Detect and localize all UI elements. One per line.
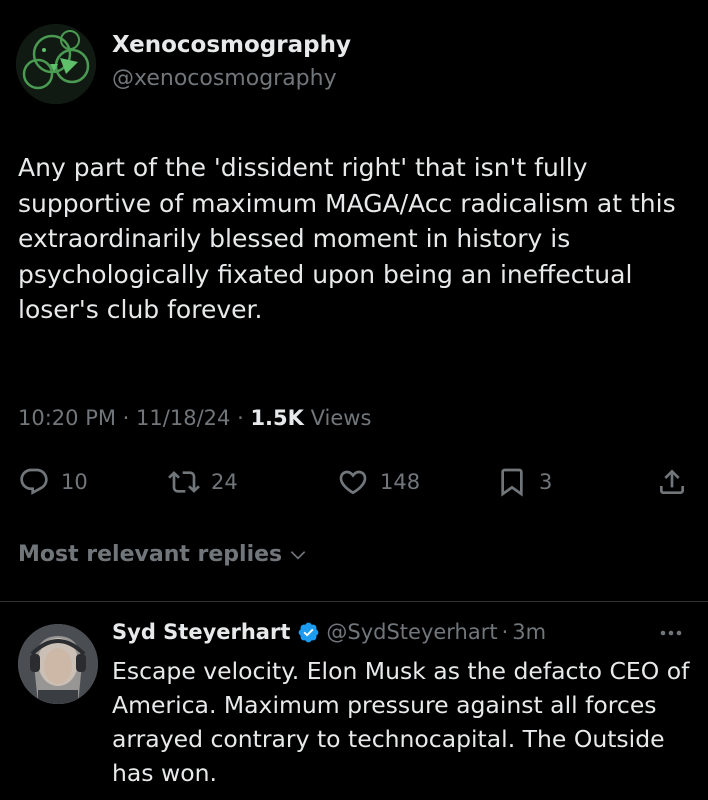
verified-badge-icon [299, 622, 319, 642]
meta-separator: · [237, 406, 244, 430]
meta-separator: · [122, 406, 130, 430]
like-count: 148 [380, 470, 421, 494]
chevron-down-icon [290, 550, 306, 560]
reply-header: Syd Steyerhart @SydSteyerhart · 3m [112, 620, 546, 644]
replies-sort-dropdown[interactable]: Most relevant replies [18, 542, 308, 567]
reply-handle[interactable]: @SydSteyerhart [326, 620, 497, 644]
share-icon [660, 469, 684, 494]
bookmark-button[interactable]: 3 [496, 466, 552, 498]
reply-count: 10 [61, 470, 88, 494]
views-count: 1.5K [250, 406, 304, 430]
views-label: Views [310, 406, 372, 430]
tweet-time[interactable]: 10:20 PM [18, 406, 116, 430]
reply-separator: · [501, 620, 509, 644]
author-display-name[interactable]: Xenocosmography [112, 32, 351, 58]
author-avatar[interactable] [16, 24, 96, 104]
bookmark-count: 3 [539, 470, 553, 494]
replies-sort-label: Most relevant replies [18, 542, 283, 567]
reply-display-name[interactable]: Syd Steyerhart [112, 620, 290, 644]
reply-text: Escape velocity. Elon Musk as the defact… [112, 657, 690, 787]
bookmark-icon [501, 468, 523, 497]
more-icon[interactable] [656, 623, 686, 643]
like-button[interactable]: 148 [337, 466, 420, 498]
reply-author-avatar[interactable] [18, 624, 98, 704]
author-avatar-image [16, 24, 96, 104]
tweet-date[interactable]: 11/18/24 [136, 406, 230, 430]
tweet-text: Any part of the 'dissident right' that i… [18, 153, 676, 324]
reply-button[interactable]: 10 [18, 466, 88, 498]
reply-avatar-image [18, 624, 98, 704]
reply-icon [20, 468, 48, 495]
divider [0, 601, 708, 602]
share-button[interactable] [656, 466, 688, 498]
reply-time[interactable]: 3m [512, 620, 546, 644]
tweet-meta: 10:20 PM · 11/18/24 · 1.5K Views [18, 406, 371, 430]
heart-icon [339, 470, 367, 495]
repost-count: 24 [211, 470, 238, 494]
repost-icon [168, 471, 200, 493]
author-handle[interactable]: @xenocosmography [112, 66, 337, 91]
repost-button[interactable]: 24 [168, 466, 238, 498]
